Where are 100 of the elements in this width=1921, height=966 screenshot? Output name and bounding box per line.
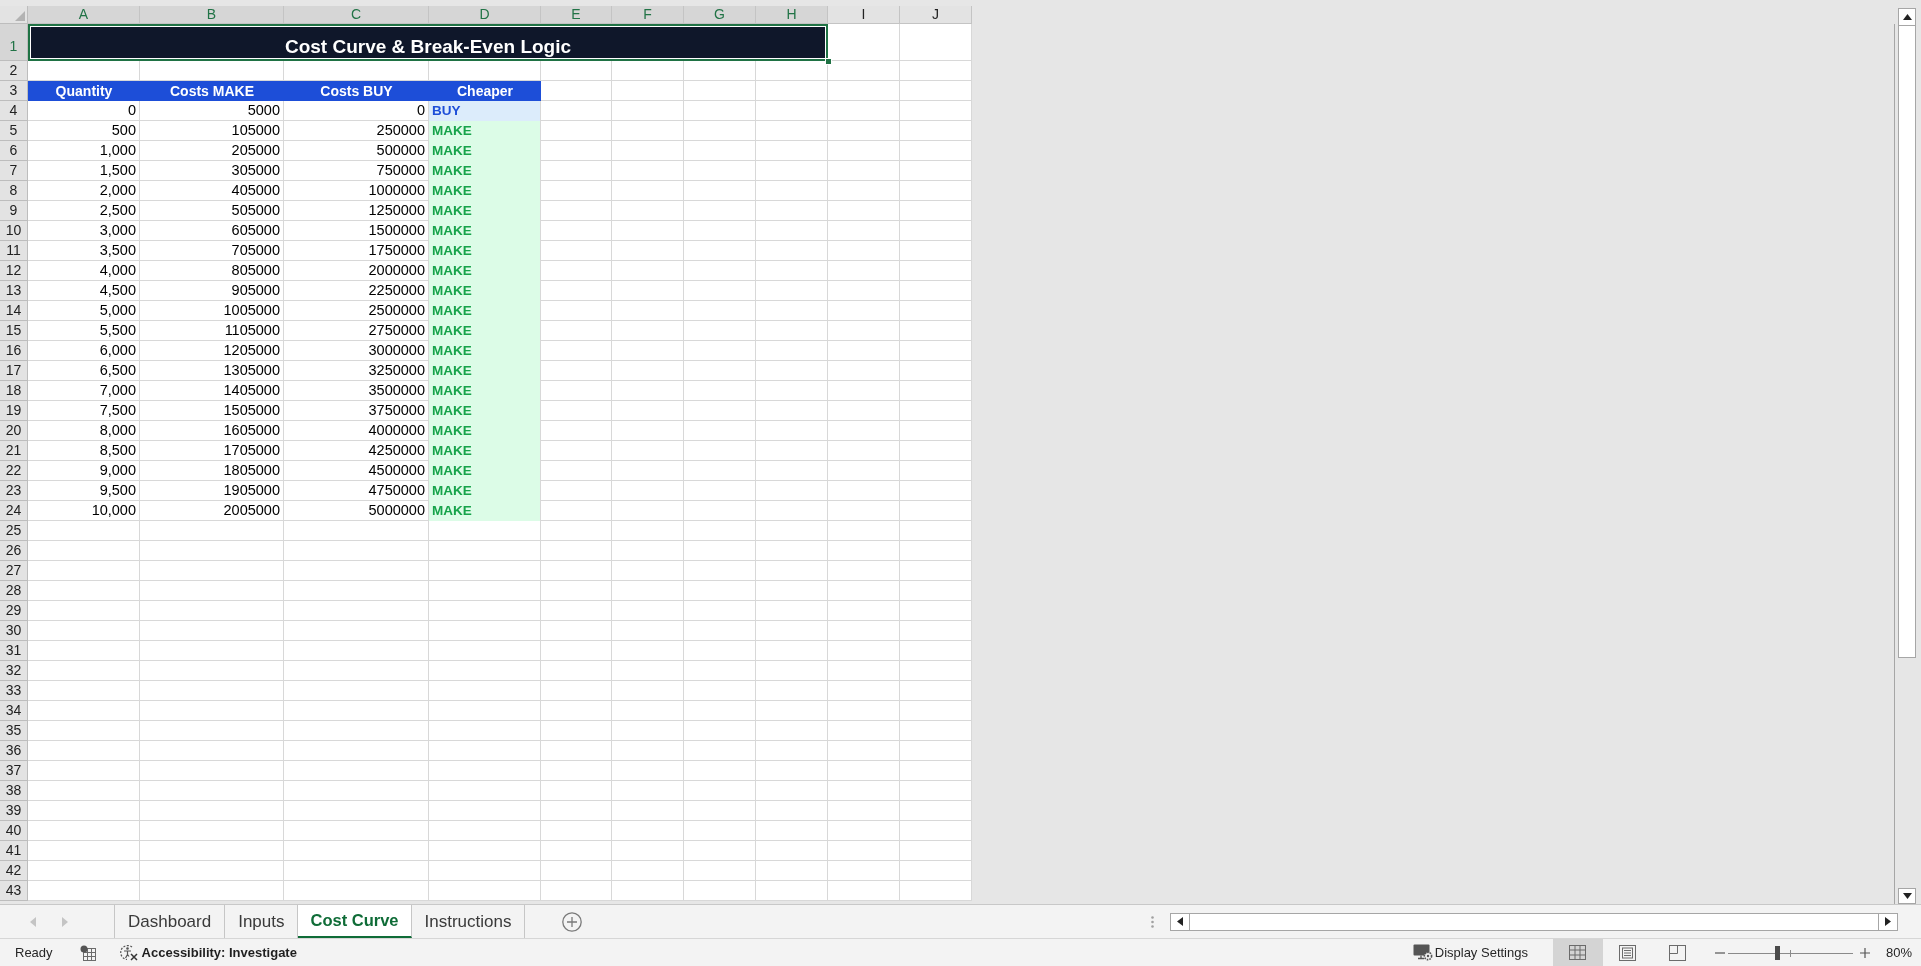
table-cell-text: 4,000	[98, 261, 137, 281]
column-header[interactable]: H	[756, 6, 828, 24]
table-cell-text: 2,000	[98, 181, 137, 201]
table-cell-text: 4500000	[367, 461, 426, 481]
row-header[interactable]: 2	[0, 61, 28, 81]
column-header[interactable]: G	[684, 6, 756, 24]
row-header[interactable]: 7	[0, 161, 28, 181]
table-cell-text: 4,500	[98, 281, 137, 301]
row-header[interactable]: 16	[0, 341, 28, 361]
row-header[interactable]: 29	[0, 601, 28, 621]
row-header[interactable]: 35	[0, 721, 28, 741]
column-header[interactable]: C	[284, 6, 429, 24]
table-cell-text: 1205000	[222, 341, 281, 361]
table-cell-text: 1305000	[222, 361, 281, 381]
column-header[interactable]: E	[541, 6, 612, 24]
row-header[interactable]: 23	[0, 481, 28, 501]
row-header[interactable]: 8	[0, 181, 28, 201]
view-button[interactable]	[1552, 939, 1603, 966]
table-cell: MAKE	[429, 281, 541, 301]
row-header[interactable]: 9	[0, 201, 28, 221]
row-header[interactable]: 32	[0, 661, 28, 681]
row-header[interactable]: 6	[0, 141, 28, 161]
row-header[interactable]: 24	[0, 501, 28, 521]
row-header[interactable]: 34	[0, 701, 28, 721]
table-cell-text: 2000000	[367, 261, 426, 281]
row-header[interactable]: 26	[0, 541, 28, 561]
table-cell-text: 9,500	[98, 481, 137, 501]
row-header[interactable]: 31	[0, 641, 28, 661]
scroll-thumb[interactable]	[1898, 26, 1916, 658]
table-cell-text: 2750000	[367, 321, 426, 341]
row-header[interactable]: 25	[0, 521, 28, 541]
row-header[interactable]: 41	[0, 841, 28, 861]
table-cell-text: 605000	[230, 221, 281, 241]
scroll-up-button[interactable]	[1898, 8, 1916, 26]
row-header[interactable]: 28	[0, 581, 28, 601]
row-header[interactable]: 30	[0, 621, 28, 641]
row-header[interactable]: 4	[0, 101, 28, 121]
table-cell: MAKE	[429, 341, 541, 361]
table-cell: MAKE	[429, 181, 541, 201]
table-cell-text: 6,000	[98, 341, 137, 361]
table-cell-text: 1605000	[222, 421, 281, 441]
plus-circle-icon[interactable]	[562, 911, 583, 932]
minus-icon[interactable]	[1714, 951, 1725, 954]
column-header[interactable]: B	[140, 6, 284, 24]
status-text: Ready	[15, 943, 53, 962]
table-cell: BUY	[429, 101, 541, 121]
fill-handle[interactable]	[825, 58, 832, 65]
row-header[interactable]: 20	[0, 421, 28, 441]
horizontal-scrollbar[interactable]	[1170, 912, 1898, 931]
table-cell: MAKE	[429, 461, 541, 481]
table-cell: MAKE	[429, 261, 541, 281]
scroll-down-button[interactable]	[1898, 888, 1916, 904]
table-icon[interactable]	[79, 944, 96, 961]
row-header[interactable]: 13	[0, 281, 28, 301]
row-header[interactable]: 43	[0, 881, 28, 901]
row-header[interactable]: 10	[0, 221, 28, 241]
row-header[interactable]: 36	[0, 741, 28, 761]
table-cell-text: 705000	[230, 241, 281, 261]
row-header[interactable]: 42	[0, 861, 28, 881]
column-header[interactable]: A	[28, 6, 140, 24]
row-header[interactable]: 17	[0, 361, 28, 381]
row-header[interactable]: 1	[0, 24, 28, 61]
row-header[interactable]: 15	[0, 321, 28, 341]
column-header[interactable]: I	[828, 6, 900, 24]
column-header[interactable]: F	[612, 6, 684, 24]
row-header[interactable]: 27	[0, 561, 28, 581]
row-header[interactable]: 21	[0, 441, 28, 461]
table-cell-text: 1250000	[367, 201, 426, 221]
row-header[interactable]: 22	[0, 461, 28, 481]
accessibility-button[interactable]: Accessibility: Investigate	[118, 939, 297, 966]
up-triangle-icon	[1902, 14, 1912, 20]
column-header[interactable]: D	[429, 6, 541, 24]
plus-icon[interactable]	[1859, 947, 1870, 958]
row-header[interactable]: 40	[0, 821, 28, 841]
vertical-dots-icon[interactable]	[1151, 915, 1154, 928]
row-header[interactable]: 5	[0, 121, 28, 141]
row-header[interactable]: 37	[0, 761, 28, 781]
table-cell-text: 4250000	[367, 441, 426, 461]
table-cell-text: 250000	[375, 121, 426, 141]
row-header[interactable]: 11	[0, 241, 28, 261]
table-cell-text: 7,500	[98, 401, 137, 421]
row-header[interactable]: 12	[0, 261, 28, 281]
column-header[interactable]: J	[900, 6, 972, 24]
row-header[interactable]: 18	[0, 381, 28, 401]
table-cell-text: 8,000	[98, 421, 137, 441]
row-header[interactable]: 3	[0, 81, 28, 101]
row-header[interactable]: 14	[0, 301, 28, 321]
row-header[interactable]: 38	[0, 781, 28, 801]
row-header[interactable]: 19	[0, 401, 28, 421]
display-settings-button[interactable]: Display Settings	[1412, 939, 1528, 966]
zoom-slider[interactable]	[1727, 945, 1853, 960]
table-cell-text: 3,500	[98, 241, 137, 261]
row-header[interactable]: 39	[0, 801, 28, 821]
zoom-level[interactable]: 80%	[1885, 942, 1912, 963]
row-header[interactable]: 33	[0, 681, 28, 701]
table-cell: MAKE	[429, 141, 541, 161]
table-cell-text: 0	[415, 101, 426, 121]
monitor-gear-icon	[1412, 944, 1433, 961]
slider-thumb[interactable]	[1775, 945, 1781, 960]
sheet-tab[interactable]: Cost Curve	[298, 905, 412, 938]
